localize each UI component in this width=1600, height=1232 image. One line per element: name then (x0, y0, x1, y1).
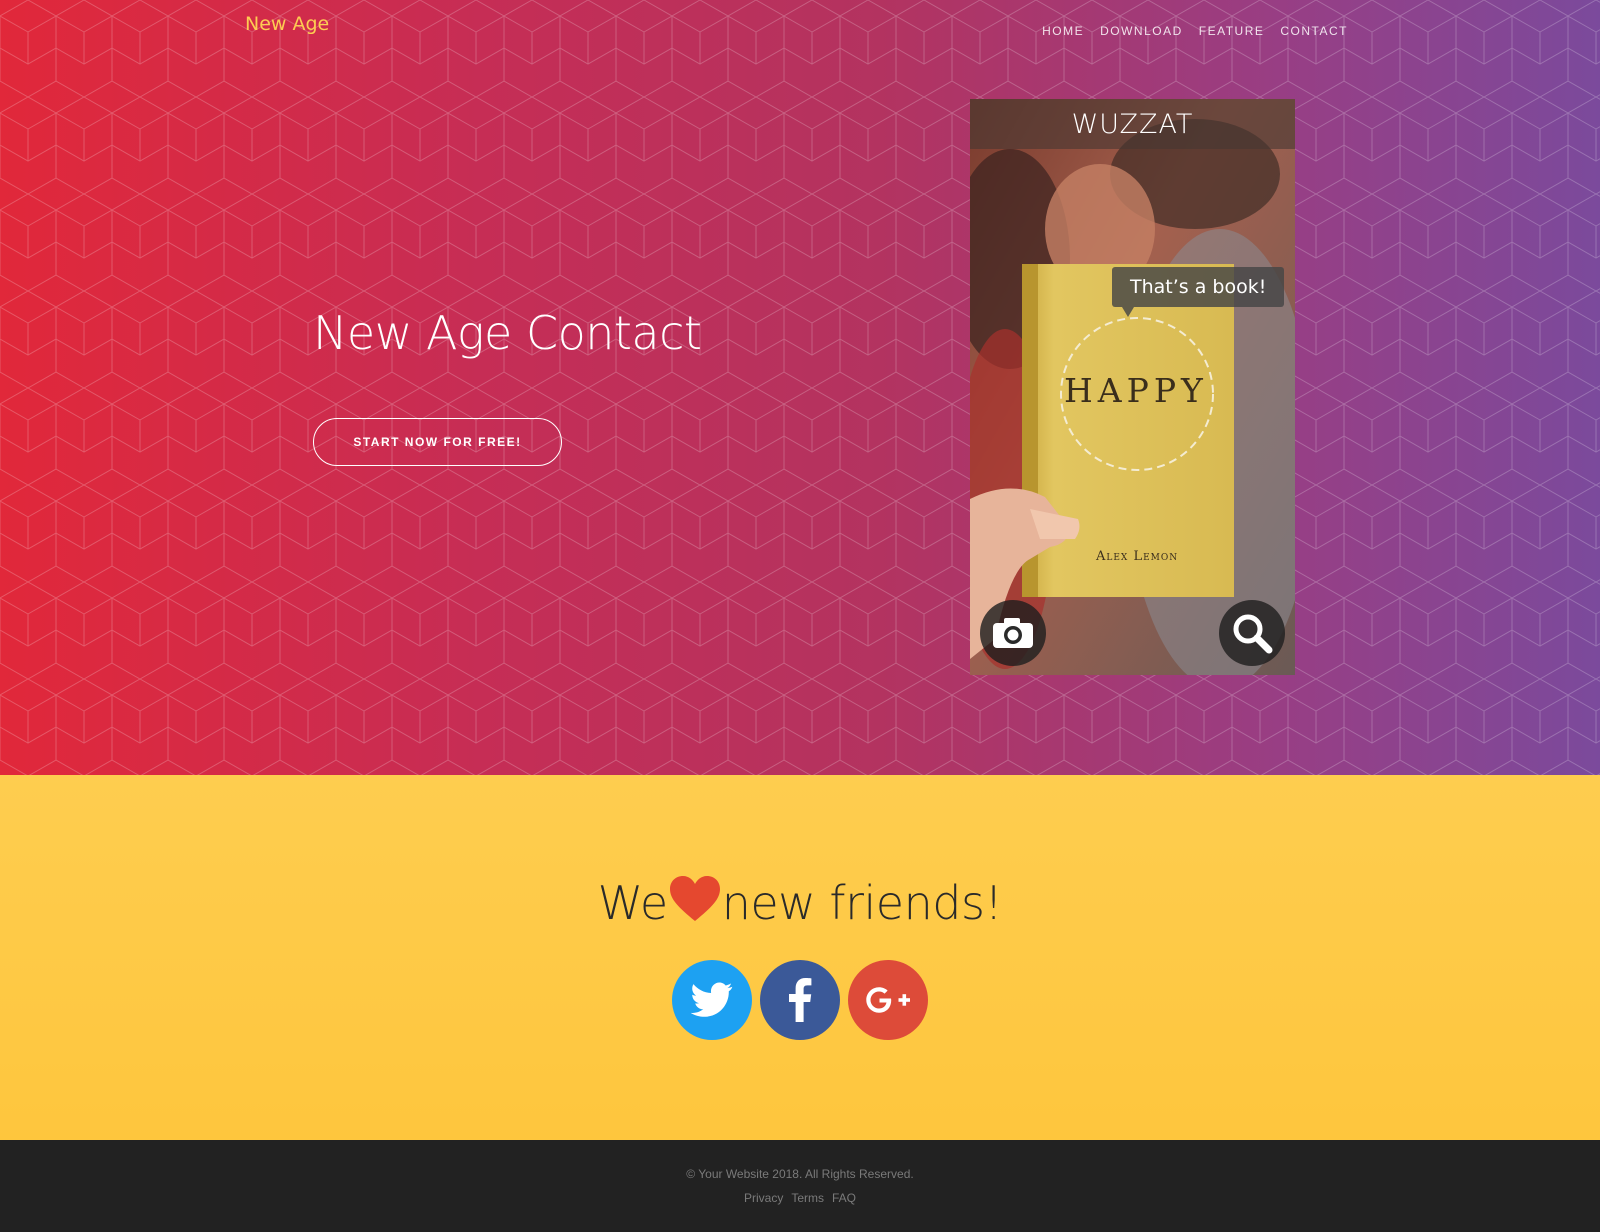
footer-item-faq: FAQ (832, 1189, 856, 1207)
footer-item-privacy: Privacy (744, 1189, 783, 1207)
app-bar: WUZZAT (970, 99, 1295, 149)
footer-link-faq[interactable]: FAQ (832, 1191, 856, 1205)
book-title: HAPPY (1064, 371, 1208, 410)
twitter-button[interactable] (672, 960, 752, 1040)
footer: © Your Website 2018. All Rights Reserved… (0, 1140, 1600, 1232)
heart-icon (669, 876, 720, 921)
nav-item-contact: CONTACT (1280, 20, 1348, 39)
nav-link-home[interactable]: HOME (1042, 24, 1084, 38)
nav-item-download: DOWNLOAD (1100, 20, 1183, 39)
google-plus-icon (866, 987, 910, 1013)
footer-link-terms[interactable]: Terms (791, 1191, 824, 1205)
hexagon-pattern (0, 0, 1600, 775)
start-now-button[interactable]: START NOW FOR FREE! (313, 418, 562, 466)
copyright-text: © Your Website 2018. All Rights Reserved… (686, 1167, 914, 1181)
nav-item-feature: FEATURE (1199, 20, 1265, 39)
nav-item-home: HOME (1042, 20, 1084, 39)
brand-link[interactable]: New Age (245, 13, 329, 35)
search-button[interactable] (1219, 600, 1285, 666)
bubble-tail (1122, 307, 1134, 317)
friends-heading-before: We (597, 876, 669, 930)
device-mockup: WUZZAT That’s a book! HAPPY Alex Lemon (970, 99, 1295, 675)
footer-link-privacy[interactable]: Privacy (744, 1191, 783, 1205)
app-title: WUZZAT (1071, 108, 1194, 140)
camera-icon (993, 618, 1033, 648)
footer-item-terms: Terms (791, 1189, 824, 1207)
navbar: New Age HOME DOWNLOAD FEATURE CONTACT (0, 0, 1600, 56)
google-plus-button[interactable] (848, 960, 928, 1040)
camera-button[interactable] (980, 600, 1046, 666)
twitter-icon (691, 982, 733, 1017)
nav-link-feature[interactable]: FEATURE (1199, 24, 1265, 38)
recognition-bubble: That’s a book! (1112, 267, 1285, 307)
hero-section: New Age HOME DOWNLOAD FEATURE CONTACT Ne… (0, 0, 1600, 775)
friends-heading-after: new friends! (721, 876, 1003, 930)
book-author: Alex Lemon (1096, 549, 1179, 564)
magnifier-icon (1233, 614, 1273, 654)
friends-heading: We new friends! (0, 875, 1600, 930)
nav-links: HOME DOWNLOAD FEATURE CONTACT (1042, 20, 1348, 39)
facebook-icon (789, 978, 812, 1022)
nav-link-download[interactable]: DOWNLOAD (1100, 24, 1183, 38)
hero-title: New Age Contact (313, 306, 702, 360)
friends-section: We new friends! (0, 775, 1600, 1140)
footer-links: Privacy Terms FAQ (0, 1189, 1600, 1207)
facebook-button[interactable] (760, 960, 840, 1040)
social-links (672, 960, 928, 1040)
nav-link-contact[interactable]: CONTACT (1280, 24, 1348, 38)
